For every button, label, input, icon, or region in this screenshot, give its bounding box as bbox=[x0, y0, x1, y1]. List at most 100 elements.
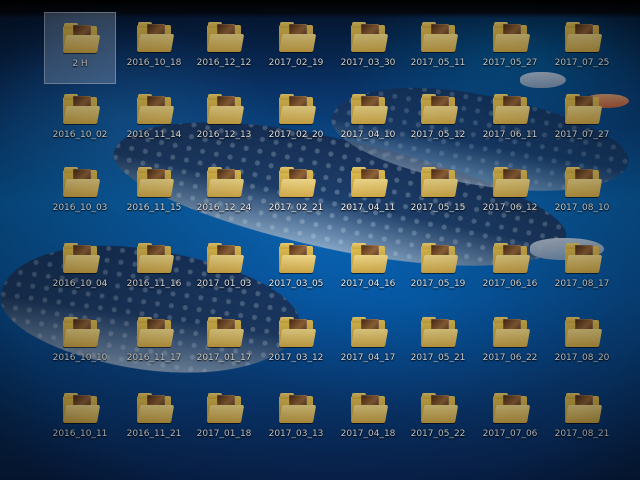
desktop-folder-icon-item[interactable]: 2017_04_11 bbox=[332, 157, 404, 229]
folder-icon bbox=[279, 94, 317, 124]
folder-label: 2017_06_22 bbox=[482, 353, 538, 363]
desktop-folder-icon-item[interactable]: 2016_10_03 bbox=[44, 157, 116, 229]
folder-icon bbox=[421, 317, 459, 347]
desktop-folder-icon-item[interactable]: 2016_10_10 bbox=[44, 307, 116, 379]
desktop-folder-icon-item[interactable]: 2017_01_17 bbox=[188, 307, 260, 379]
folder-icon bbox=[63, 243, 101, 273]
desktop-folder-icon-item[interactable]: 2017_03_05 bbox=[260, 233, 332, 305]
folder-icon bbox=[63, 393, 101, 423]
folder-label: 2017_04_17 bbox=[340, 353, 396, 363]
desktop-folder-icon-item[interactable]: 2017_06_22 bbox=[474, 307, 546, 379]
folder-icon bbox=[351, 393, 389, 423]
desktop-folder-icon-item[interactable]: 2016_10_18 bbox=[118, 12, 190, 84]
folder-label: 2017_03_12 bbox=[268, 353, 324, 363]
desktop-folder-icon-item[interactable]: 2017_01_18 bbox=[188, 383, 260, 455]
desktop-folder-icon-item[interactable]: 2016_12_12 bbox=[188, 12, 260, 84]
desktop-folder-icon-item[interactable]: 2017_05_11 bbox=[402, 12, 474, 84]
folder-icon bbox=[421, 167, 459, 197]
desktop-folder-icon-item[interactable]: 2017_02_20 bbox=[260, 84, 332, 156]
folder-label: 2016_12_24 bbox=[196, 203, 252, 213]
folder-label: 2016_10_11 bbox=[52, 429, 108, 439]
folder-label: 2017_04_10 bbox=[340, 130, 396, 140]
folder-icon bbox=[351, 317, 389, 347]
folder-icon bbox=[207, 317, 245, 347]
folder-label: 2016_11_14 bbox=[126, 130, 182, 140]
folder-icon bbox=[63, 317, 101, 347]
desktop-folder-icon-item[interactable]: 2016_10_02 bbox=[44, 84, 116, 156]
desktop-folder-icon-item[interactable]: 2017_07_27 bbox=[546, 84, 618, 156]
folder-label: 2017_05_27 bbox=[482, 58, 538, 68]
desktop-folder-icon-item[interactable]: 2 H bbox=[44, 12, 116, 84]
folder-label: 2016_11_15 bbox=[126, 203, 182, 213]
folder-icon bbox=[493, 243, 531, 273]
desktop-folder-icon-item[interactable]: 2017_08_21 bbox=[546, 383, 618, 455]
desktop-folder-icon-item[interactable]: 2017_05_21 bbox=[402, 307, 474, 379]
desktop-folder-icon-item[interactable]: 2017_05_12 bbox=[402, 84, 474, 156]
folder-icon bbox=[207, 167, 245, 197]
folder-icon bbox=[351, 167, 389, 197]
folder-label: 2016_12_13 bbox=[196, 130, 252, 140]
folder-label: 2017_06_16 bbox=[482, 279, 538, 289]
folder-icon bbox=[565, 243, 603, 273]
folder-icon bbox=[207, 22, 245, 52]
desktop-folder-icon-item[interactable]: 2017_03_13 bbox=[260, 383, 332, 455]
folder-label: 2017_06_11 bbox=[482, 130, 538, 140]
desktop-folder-icon-item[interactable]: 2017_06_12 bbox=[474, 157, 546, 229]
folder-label: 2016_12_12 bbox=[196, 58, 252, 68]
folder-label: 2017_04_16 bbox=[340, 279, 396, 289]
desktop-folder-icon-item[interactable]: 2017_03_12 bbox=[260, 307, 332, 379]
desktop-folder-icon-item[interactable]: 2017_02_19 bbox=[260, 12, 332, 84]
folder-icon bbox=[137, 393, 175, 423]
folder-label: 2017_06_12 bbox=[482, 203, 538, 213]
desktop-folder-icon-item[interactable]: 2017_04_16 bbox=[332, 233, 404, 305]
desktop-folder-icon-item[interactable]: 2016_10_11 bbox=[44, 383, 116, 455]
desktop-folder-icon-item[interactable]: 2016_11_15 bbox=[118, 157, 190, 229]
desktop-folder-icon-item[interactable]: 2017_07_06 bbox=[474, 383, 546, 455]
folder-label: 2017_02_19 bbox=[268, 58, 324, 68]
folder-label: 2016_11_16 bbox=[126, 279, 182, 289]
desktop-folder-icon-item[interactable]: 2016_11_21 bbox=[118, 383, 190, 455]
desktop-folder-icon-item[interactable]: 2017_05_22 bbox=[402, 383, 474, 455]
desktop-folder-icon-item[interactable]: 2017_04_17 bbox=[332, 307, 404, 379]
desktop-folder-icon-item[interactable]: 2017_03_30 bbox=[332, 12, 404, 84]
desktop-folder-icon-item[interactable]: 2016_12_13 bbox=[188, 84, 260, 156]
desktop-folder-icon-item[interactable]: 2016_11_14 bbox=[118, 84, 190, 156]
desktop-folder-icon-item[interactable]: 2017_08_20 bbox=[546, 307, 618, 379]
folder-label: 2016_10_10 bbox=[52, 353, 108, 363]
folder-icon bbox=[421, 94, 459, 124]
folder-icon bbox=[137, 243, 175, 273]
desktop-folder-icon-item[interactable]: 2017_05_15 bbox=[402, 157, 474, 229]
folder-label: 2017_04_11 bbox=[340, 203, 396, 213]
desktop-folder-icon-item[interactable]: 2016_11_16 bbox=[118, 233, 190, 305]
desktop-folder-icon-item[interactable]: 2016_12_24 bbox=[188, 157, 260, 229]
desktop-folder-icon-item[interactable]: 2017_08_17 bbox=[546, 233, 618, 305]
folder-icon bbox=[421, 243, 459, 273]
desktop[interactable]: 2 H 2016_10_18 2016_12_12 2017_02_19 2017_03… bbox=[0, 0, 640, 480]
folder-icon bbox=[565, 22, 603, 52]
desktop-folder-icon-item[interactable]: 2017_06_11 bbox=[474, 84, 546, 156]
folder-label: 2017_08_20 bbox=[554, 353, 610, 363]
desktop-folder-icon-item[interactable]: 2017_05_19 bbox=[402, 233, 474, 305]
desktop-folder-icon-item[interactable]: 2017_06_16 bbox=[474, 233, 546, 305]
folder-label: 2016_11_21 bbox=[126, 429, 182, 439]
folder-icon bbox=[207, 393, 245, 423]
folder-label: 2017_03_30 bbox=[340, 58, 396, 68]
folder-label: 2 H bbox=[72, 59, 88, 69]
folder-icon bbox=[351, 94, 389, 124]
desktop-folder-icon-item[interactable]: 2016_11_17 bbox=[118, 307, 190, 379]
desktop-folder-icon-item[interactable]: 2017_04_10 bbox=[332, 84, 404, 156]
desktop-folder-icon-item[interactable]: 2017_02_21 bbox=[260, 157, 332, 229]
folder-label: 2017_01_17 bbox=[196, 353, 252, 363]
desktop-folder-icon-item[interactable]: 2017_07_25 bbox=[546, 12, 618, 84]
desktop-folder-icon-item[interactable]: 2017_08_10 bbox=[546, 157, 618, 229]
folder-icon bbox=[279, 167, 317, 197]
desktop-folder-icon-item[interactable]: 2016_10_04 bbox=[44, 233, 116, 305]
folder-label: 2017_07_06 bbox=[482, 429, 538, 439]
desktop-folder-icon-item[interactable]: 2017_01_03 bbox=[188, 233, 260, 305]
folder-label: 2017_03_05 bbox=[268, 279, 324, 289]
desktop-folder-icon-item[interactable]: 2017_04_18 bbox=[332, 383, 404, 455]
folder-icon bbox=[279, 393, 317, 423]
folder-icon bbox=[565, 393, 603, 423]
folder-label: 2017_08_10 bbox=[554, 203, 610, 213]
desktop-folder-icon-item[interactable]: 2017_05_27 bbox=[474, 12, 546, 84]
